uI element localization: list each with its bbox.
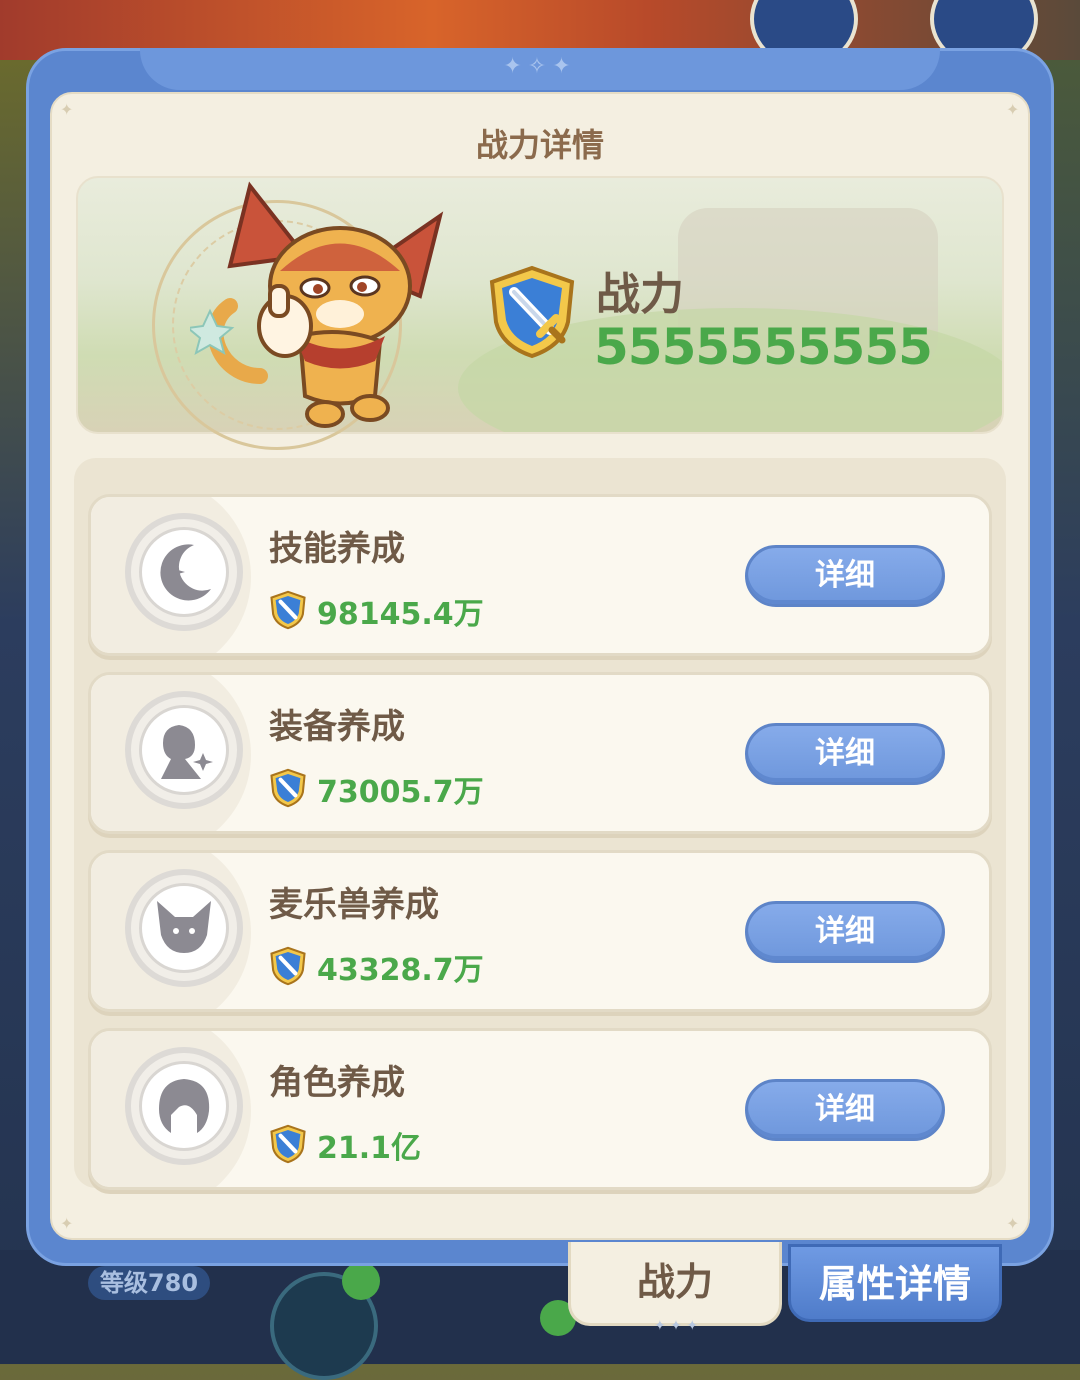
- detail-button[interactable]: 详细: [745, 723, 945, 785]
- card-title: 装备养成: [269, 707, 405, 747]
- corner-ornament-icon: ✦: [1006, 100, 1020, 119]
- tab-ornament-icon: ✦ ✦ ✦: [653, 1318, 699, 1334]
- shield-sword-icon: [489, 265, 575, 359]
- card-character: 角色养成 21.1亿 详细: [88, 1028, 992, 1190]
- corner-ornament-icon: ✦: [60, 1214, 74, 1233]
- card-title: 角色养成: [269, 1063, 405, 1103]
- card-value: 98145.4万: [317, 597, 484, 632]
- card-title: 技能养成: [269, 529, 405, 569]
- detail-button[interactable]: 详细: [745, 545, 945, 607]
- level-badge: 等级780: [88, 1266, 210, 1300]
- small-shield-icon: [270, 1124, 306, 1164]
- card-value: 21.1亿: [317, 1131, 422, 1166]
- corner-ornament-icon: ✦: [1006, 1214, 1020, 1233]
- card-equipment: 装备养成 73005.7万 详细: [88, 672, 992, 834]
- tab-power[interactable]: 战力: [568, 1242, 782, 1326]
- fox-icon: [139, 883, 229, 973]
- moon-icon: [139, 527, 229, 617]
- card-skill: 技能养成 98145.4万 详细: [88, 494, 992, 656]
- tab-attribute-details[interactable]: 属性详情: [788, 1244, 1002, 1322]
- figure-icon: [139, 705, 229, 795]
- card-title: 麦乐兽养成: [269, 885, 439, 925]
- dialog-title: 战力详情: [475, 126, 604, 164]
- small-shield-icon: [270, 590, 306, 630]
- card-value: 73005.7万: [317, 775, 484, 810]
- sparkle-icon: ✦✧✦: [503, 54, 577, 79]
- card-value: 43328.7万: [317, 953, 484, 988]
- card-pet: 麦乐兽养成 43328.7万 详细: [88, 850, 992, 1012]
- small-shield-icon: [270, 768, 306, 808]
- corner-ornament-icon: ✦: [60, 100, 74, 119]
- detail-button[interactable]: 详细: [745, 1079, 945, 1141]
- power-label: 战力: [596, 269, 684, 320]
- background-badge-icon: [342, 1262, 380, 1300]
- detail-button[interactable]: 详细: [745, 901, 945, 963]
- power-value: 5555555555: [594, 318, 933, 376]
- small-shield-icon: [270, 946, 306, 986]
- hair-icon: [139, 1061, 229, 1151]
- cat-mascot-icon: [190, 181, 444, 428]
